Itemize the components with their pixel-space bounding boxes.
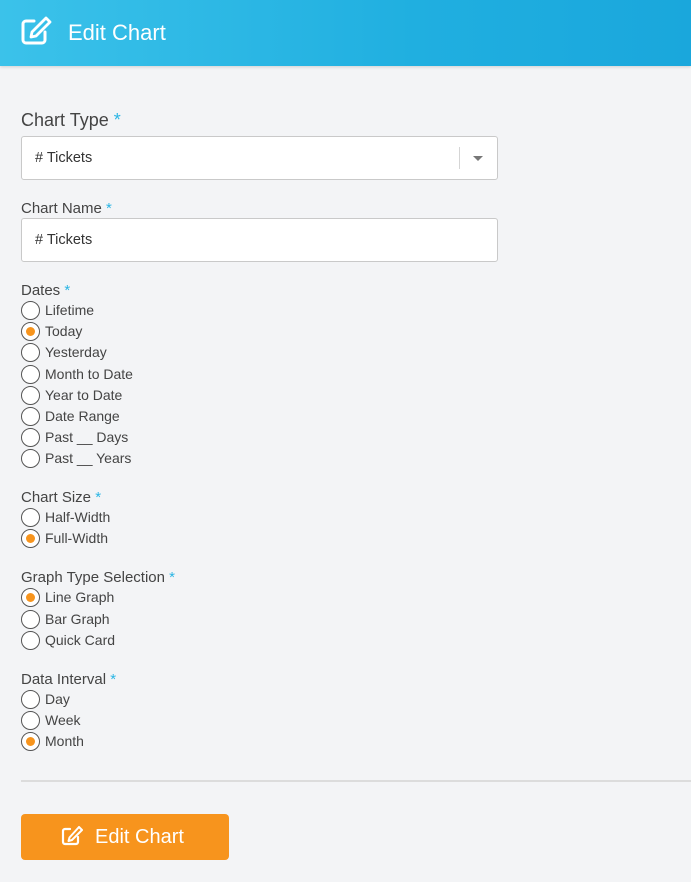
chart-type-label: Chart Type * bbox=[21, 109, 121, 131]
graph-type-option-line-graph[interactable]: Line Graph bbox=[21, 587, 321, 607]
edit-chart-button-label: Edit Chart bbox=[95, 826, 184, 848]
page-header: Edit Chart bbox=[0, 0, 691, 66]
edit-chart-button[interactable]: Edit Chart bbox=[21, 814, 229, 860]
dates-option-month-to-date[interactable]: Month to Date bbox=[21, 364, 321, 384]
radio-button[interactable] bbox=[21, 386, 40, 405]
dates-option-yesterday[interactable]: Yesterday bbox=[21, 342, 321, 362]
radio-button[interactable] bbox=[21, 690, 40, 709]
dates-option-year-to-date[interactable]: Year to Date bbox=[21, 385, 321, 405]
page-title: Edit Chart bbox=[68, 20, 166, 45]
data-interval-option-day[interactable]: Day bbox=[21, 689, 321, 709]
radio-label: Lifetime bbox=[45, 302, 95, 318]
radio-button-selected[interactable] bbox=[21, 529, 40, 548]
radio-label: Year to Date bbox=[45, 387, 123, 403]
required-marker: * bbox=[95, 489, 102, 506]
chevron-down-icon[interactable] bbox=[473, 156, 483, 161]
graph-type-label-text: Graph Type Selection bbox=[21, 569, 165, 586]
chart-name-input[interactable]: # Tickets bbox=[21, 218, 498, 262]
radio-button[interactable] bbox=[21, 449, 40, 468]
radio-button[interactable] bbox=[21, 631, 40, 650]
edit-icon bbox=[61, 826, 83, 846]
data-interval-label-text: Data Interval bbox=[21, 671, 107, 688]
radio-label: Quick Card bbox=[45, 632, 116, 648]
radio-label: Month bbox=[45, 733, 84, 749]
dates-option-past-days[interactable]: Past __ Days bbox=[21, 427, 321, 447]
radio-button[interactable] bbox=[21, 343, 40, 362]
divider bbox=[21, 780, 691, 782]
data-interval-option-month[interactable]: Month bbox=[21, 731, 321, 751]
required-marker: * bbox=[64, 282, 71, 299]
data-interval-label: Data Interval * bbox=[21, 671, 116, 689]
radio-label: Full-Width bbox=[45, 530, 109, 546]
chart-name-label: Chart Name * bbox=[21, 200, 112, 218]
data-interval-option-week[interactable]: Week bbox=[21, 710, 321, 730]
dates-option-past-years[interactable]: Past __ Years bbox=[21, 448, 321, 468]
radio-button-selected[interactable] bbox=[21, 732, 40, 751]
radio-button[interactable] bbox=[21, 365, 40, 384]
dates-label-text: Dates bbox=[21, 282, 61, 299]
chart-type-select[interactable]: # Tickets bbox=[21, 136, 498, 180]
radio-button[interactable] bbox=[21, 407, 40, 426]
chart-size-option-half-width[interactable]: Half-Width bbox=[21, 507, 321, 527]
chart-type-value: # Tickets bbox=[35, 150, 93, 166]
radio-button[interactable] bbox=[21, 610, 40, 629]
graph-type-option-quick-card[interactable]: Quick Card bbox=[21, 630, 321, 650]
dates-option-lifetime[interactable]: Lifetime bbox=[21, 300, 321, 320]
radio-label: Date Range bbox=[45, 408, 120, 424]
radio-label: Half-Width bbox=[45, 509, 111, 525]
required-marker: * bbox=[113, 110, 121, 130]
radio-button-selected[interactable] bbox=[21, 322, 40, 341]
required-marker: * bbox=[110, 671, 117, 688]
graph-type-option-bar-graph[interactable]: Bar Graph bbox=[21, 609, 321, 629]
chart-size-label-text: Chart Size bbox=[21, 489, 92, 506]
chart-name-label-text: Chart Name bbox=[21, 200, 102, 217]
radio-label: Yesterday bbox=[45, 344, 107, 360]
required-marker: * bbox=[106, 200, 112, 217]
radio-button[interactable] bbox=[21, 428, 40, 447]
dates-option-date-range[interactable]: Date Range bbox=[21, 406, 321, 426]
radio-button[interactable] bbox=[21, 711, 40, 730]
edit-icon bbox=[21, 16, 52, 45]
radio-label: Past __ Years bbox=[45, 450, 132, 466]
radio-button-selected[interactable] bbox=[21, 588, 40, 607]
required-marker: * bbox=[169, 569, 175, 586]
radio-label: Line Graph bbox=[45, 589, 115, 605]
select-separator bbox=[459, 147, 460, 169]
radio-label: Bar Graph bbox=[45, 611, 110, 627]
dates-label: Dates * bbox=[21, 282, 70, 300]
graph-type-label: Graph Type Selection * bbox=[21, 569, 175, 587]
chart-size-option-full-width[interactable]: Full-Width bbox=[21, 528, 321, 548]
radio-label: Today bbox=[45, 323, 83, 339]
chart-size-label: Chart Size * bbox=[21, 489, 101, 507]
radio-button[interactable] bbox=[21, 508, 40, 527]
radio-label: Past __ Days bbox=[45, 429, 129, 445]
radio-label: Month to Date bbox=[45, 366, 133, 382]
radio-label: Week bbox=[45, 712, 81, 728]
chart-type-label-text: Chart Type bbox=[21, 110, 109, 130]
radio-button[interactable] bbox=[21, 301, 40, 320]
chart-name-value: # Tickets bbox=[35, 232, 93, 248]
radio-label: Day bbox=[45, 691, 70, 707]
dates-option-today[interactable]: Today bbox=[21, 321, 321, 341]
